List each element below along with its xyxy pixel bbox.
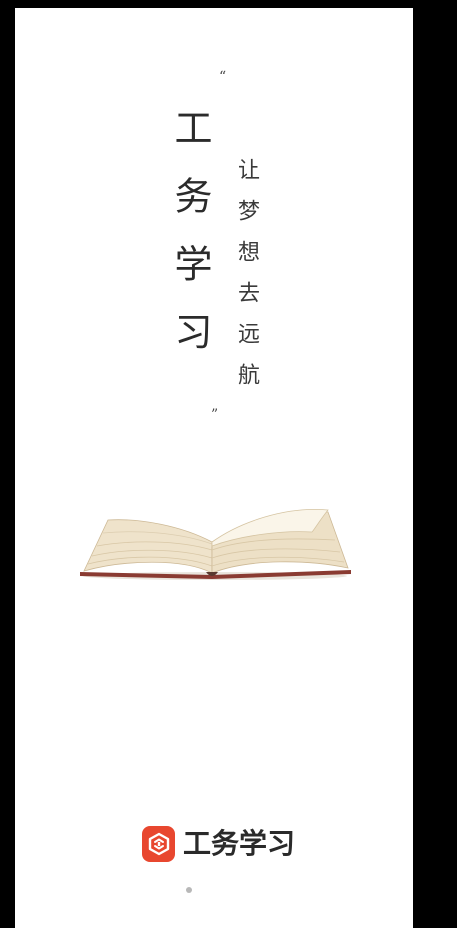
splash-title: 工务学习 [168, 108, 212, 380]
book-left-pages [83, 519, 213, 574]
open-quote-mark: “ [219, 69, 227, 85]
open-book-image [80, 509, 351, 580]
app-logo-icon [142, 826, 175, 862]
splash-screen: “ 工务学习 让梦想去远航 ” 工务学习 [15, 8, 413, 928]
brand-logo: 工务学习 [142, 825, 295, 863]
close-quote-mark: ” [211, 407, 219, 423]
brand-name: 工务学习 [183, 827, 296, 860]
splash-slogan: 让梦想去远航 [234, 158, 259, 404]
page-indicator-dot [186, 887, 192, 893]
